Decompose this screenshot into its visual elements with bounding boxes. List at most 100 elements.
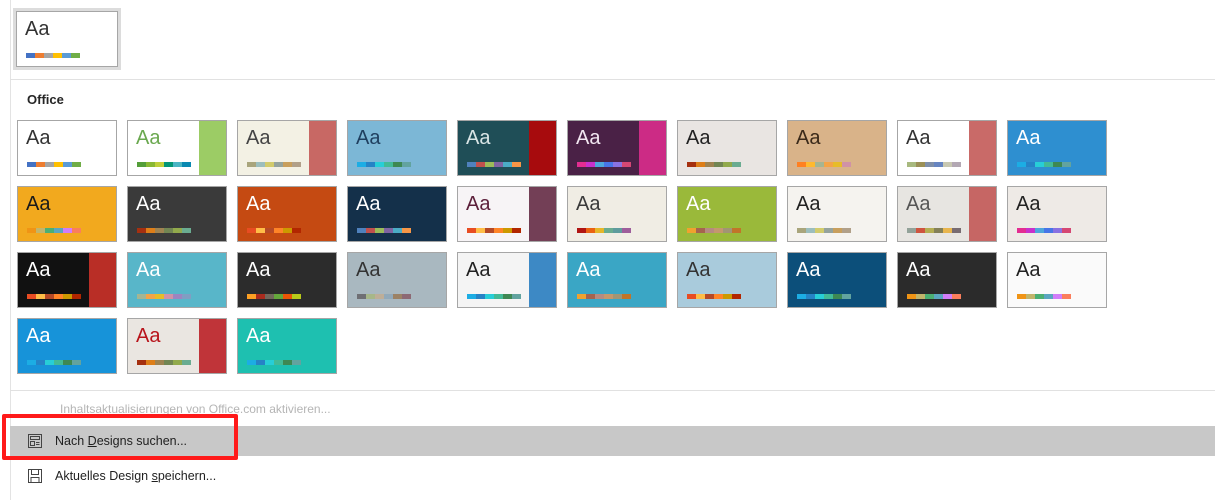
thumbnail-aa: Aa (1016, 127, 1041, 149)
theme-thumbnail[interactable]: Aa (347, 186, 447, 242)
thumbnail-aa: Aa (906, 127, 931, 149)
theme-thumbnail[interactable]: Aa (237, 318, 337, 374)
theme-thumbnail[interactable]: Aa (17, 186, 117, 242)
color-swatches (907, 294, 961, 299)
current-design-preview[interactable]: Aa (13, 8, 121, 70)
color-swatches (27, 360, 81, 365)
thumbnail-aa: Aa (136, 193, 161, 215)
color-swatch (577, 228, 586, 233)
thumbnail-accent (638, 121, 666, 175)
color-swatch (494, 228, 503, 233)
color-swatch (402, 294, 411, 299)
color-swatch (146, 360, 155, 365)
color-swatch (256, 228, 265, 233)
color-swatch (595, 162, 604, 167)
theme-thumbnail[interactable]: Aa (677, 252, 777, 308)
color-swatch (45, 162, 54, 167)
color-swatch (1017, 228, 1026, 233)
color-swatch (604, 162, 613, 167)
thumbnail-accent (528, 253, 556, 307)
color-swatch (63, 228, 72, 233)
color-swatch (604, 228, 613, 233)
color-swatch (842, 228, 851, 233)
color-swatch (732, 228, 741, 233)
color-swatch (714, 162, 723, 167)
color-swatch (503, 162, 512, 167)
color-swatch (173, 228, 182, 233)
color-swatch (265, 162, 274, 167)
theme-thumbnail[interactable]: Aa (457, 120, 557, 176)
color-swatch (1017, 294, 1026, 299)
color-swatch (357, 162, 366, 167)
color-swatch (54, 228, 63, 233)
theme-thumbnail[interactable]: Aa (677, 186, 777, 242)
color-swatch (943, 162, 952, 167)
thumbnail-aa: Aa (26, 259, 51, 281)
theme-thumbnail[interactable]: Aa (17, 318, 117, 374)
thumbnail-aa: Aa (796, 193, 821, 215)
color-swatch (595, 228, 604, 233)
color-swatch (723, 294, 732, 299)
theme-thumbnail[interactable]: Aa (787, 120, 887, 176)
color-swatch (586, 162, 595, 167)
color-swatch (485, 294, 494, 299)
section-title-office: Office (27, 92, 64, 107)
color-swatches (577, 294, 631, 299)
theme-thumbnail[interactable]: Aa (237, 120, 337, 176)
theme-thumbnail[interactable]: Aa (567, 186, 667, 242)
color-swatch (622, 294, 631, 299)
theme-thumbnail[interactable]: Aa (237, 252, 337, 308)
color-swatch (384, 162, 393, 167)
color-swatch (604, 294, 613, 299)
theme-thumbnail[interactable]: Aa (457, 252, 557, 308)
theme-thumbnail[interactable]: Aa (127, 186, 227, 242)
color-swatch (622, 228, 631, 233)
color-swatch (137, 294, 146, 299)
browse-designs-button[interactable]: Nach Designs suchen... (10, 426, 1215, 456)
color-swatch (292, 228, 301, 233)
color-swatch (71, 53, 80, 58)
theme-thumbnail[interactable]: Aa (127, 252, 227, 308)
theme-thumbnail[interactable]: Aa (127, 120, 227, 176)
theme-thumbnail[interactable]: Aa (677, 120, 777, 176)
theme-thumbnail[interactable]: Aa (897, 120, 997, 176)
color-swatch (494, 294, 503, 299)
color-swatch (45, 228, 54, 233)
color-swatch (732, 162, 741, 167)
theme-thumbnail[interactable]: Aa (1007, 120, 1107, 176)
color-swatch (63, 162, 72, 167)
theme-thumbnail[interactable]: Aa (347, 120, 447, 176)
theme-thumbnail[interactable]: Aa (897, 186, 997, 242)
color-swatch (476, 162, 485, 167)
color-swatches (1017, 162, 1071, 167)
current-design-thumbnail[interactable]: Aa (16, 11, 118, 67)
color-swatch (577, 294, 586, 299)
theme-thumbnail[interactable]: Aa (1007, 252, 1107, 308)
theme-thumbnail[interactable]: Aa (567, 252, 667, 308)
theme-thumbnail[interactable]: Aa (457, 186, 557, 242)
color-swatch (815, 294, 824, 299)
color-swatch (357, 294, 366, 299)
theme-thumbnail[interactable]: Aa (237, 186, 337, 242)
color-swatch (247, 228, 256, 233)
color-swatch (815, 162, 824, 167)
theme-thumbnail[interactable]: Aa (17, 252, 117, 308)
theme-thumbnail[interactable]: Aa (787, 186, 887, 242)
color-swatch (1044, 294, 1053, 299)
color-swatch (182, 294, 191, 299)
theme-thumbnail[interactable]: Aa (347, 252, 447, 308)
theme-thumbnail[interactable]: Aa (787, 252, 887, 308)
color-swatch (705, 294, 714, 299)
color-swatches (137, 162, 191, 167)
theme-thumbnail[interactable]: Aa (567, 120, 667, 176)
color-swatch (137, 228, 146, 233)
color-swatch (274, 360, 283, 365)
theme-thumbnail[interactable]: Aa (17, 120, 117, 176)
color-swatch (1062, 294, 1071, 299)
save-current-design-button[interactable]: Aktuelles Design speichern... (10, 461, 1215, 491)
color-swatch (27, 360, 36, 365)
thumbnail-accent (528, 121, 556, 175)
theme-thumbnail[interactable]: Aa (1007, 186, 1107, 242)
theme-thumbnail[interactable]: Aa (127, 318, 227, 374)
theme-thumbnail[interactable]: Aa (897, 252, 997, 308)
